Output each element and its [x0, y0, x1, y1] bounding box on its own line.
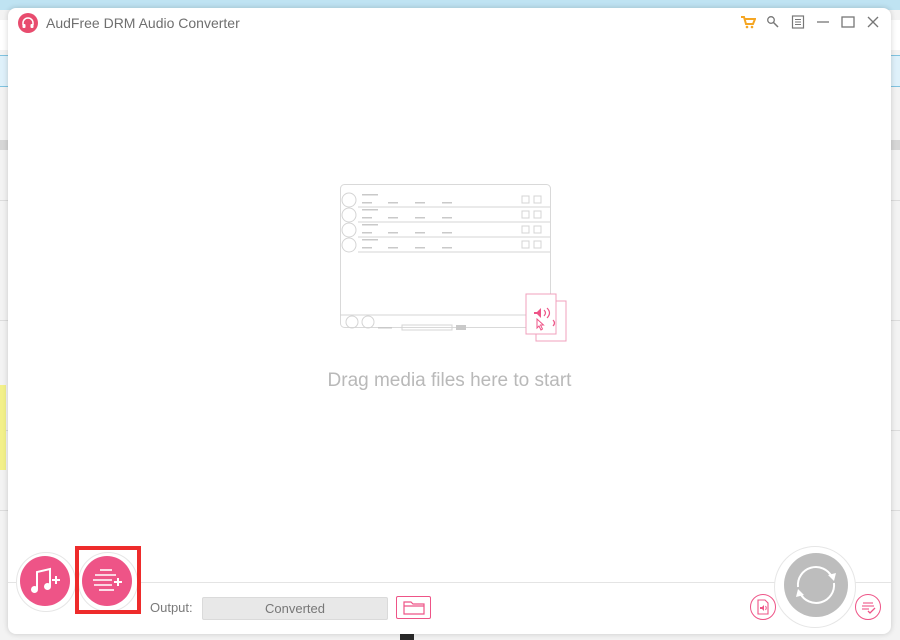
drag-drop-hint: Drag media files here to start [327, 370, 572, 391]
menu-icon[interactable] [785, 11, 810, 33]
converted-history-icon [862, 602, 876, 614]
output-label: Output: [150, 600, 193, 615]
cart-icon[interactable] [735, 11, 760, 33]
drop-illustration [340, 184, 570, 349]
audio-format-icon [757, 599, 769, 615]
close-icon[interactable] [860, 11, 885, 33]
converted-history-button[interactable] [855, 594, 881, 620]
app-title: AudFree DRM Audio Converter [46, 15, 240, 31]
background-highlight [0, 385, 6, 470]
browse-folder-button[interactable] [396, 596, 431, 619]
app-logo-icon [18, 13, 38, 33]
add-music-icon [31, 567, 60, 593]
highlight-annotation [75, 546, 141, 614]
maximize-icon[interactable] [835, 11, 860, 33]
title-bar: AudFree DRM Audio Converter [8, 8, 891, 38]
app-window: AudFree DRM Audio Converter Drag media f… [8, 8, 891, 634]
convert-button[interactable] [784, 553, 848, 617]
add-music-button[interactable] [20, 556, 70, 606]
output-path-field[interactable]: Converted [202, 597, 388, 620]
minimize-icon[interactable] [810, 11, 835, 33]
folder-icon [402, 600, 425, 615]
audio-format-button[interactable] [750, 594, 776, 620]
convert-icon [796, 566, 836, 604]
search-icon[interactable] [760, 11, 785, 33]
